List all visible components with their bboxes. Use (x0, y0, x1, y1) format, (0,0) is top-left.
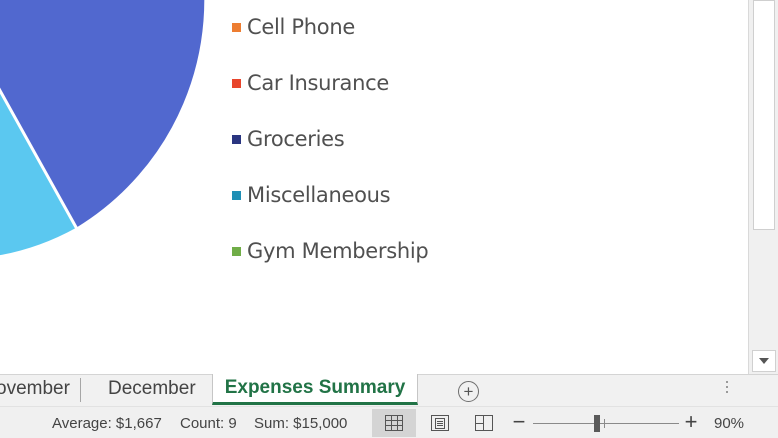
legend-swatch (232, 246, 241, 256)
plus-circle-icon[interactable]: + (458, 381, 479, 402)
zoom-out-button[interactable]: − (510, 411, 528, 433)
legend-label: Car Insurance (247, 71, 389, 95)
page-break-preview-button[interactable] (462, 409, 506, 437)
tab-november[interactable]: ovember (0, 378, 81, 402)
legend-swatch (232, 134, 241, 144)
legend-item-car-insurance: Car Insurance (232, 66, 389, 100)
legend-swatch (232, 190, 241, 200)
sheet-tab-bar: ovember December Expenses Summary + (0, 374, 778, 406)
status-count: Count: 9 (180, 415, 237, 432)
legend-item-miscellaneous: Miscellaneous (232, 178, 391, 212)
zoom-level[interactable]: 90% (714, 415, 744, 432)
pie-chart[interactable] (0, 0, 240, 374)
scrollbar-thumb[interactable] (753, 0, 775, 230)
scroll-down-button[interactable] (752, 350, 776, 372)
tab-december[interactable]: December (108, 375, 196, 405)
legend-swatch (232, 22, 241, 32)
normal-view-icon (385, 415, 403, 431)
normal-view-button[interactable] (372, 409, 416, 437)
legend-item-groceries: Groceries (232, 122, 345, 156)
vertical-scrollbar[interactable] (748, 0, 778, 374)
zoom-slider[interactable] (533, 423, 679, 424)
page-layout-icon (431, 415, 449, 431)
legend-swatch (232, 78, 241, 88)
zoom-in-button[interactable]: + (682, 411, 700, 433)
legend-label: Gym Membership (247, 239, 429, 263)
status-average: Average: $1,667 (52, 415, 162, 432)
tab-expenses-summary[interactable]: Expenses Summary (212, 374, 418, 405)
legend-label: Cell Phone (247, 15, 355, 39)
legend-item-cell-phone: Cell Phone (232, 10, 355, 44)
legend-label: Groceries (247, 127, 345, 151)
legend-item-gym-membership: Gym Membership (232, 234, 429, 268)
chart-area[interactable]: Cell Phone Car Insurance Groceries Misce… (0, 0, 748, 374)
status-bar: Average: $1,667 Count: 9 Sum: $15,000 − … (0, 406, 778, 438)
triangle-down-icon (759, 358, 769, 364)
zoom-slider-thumb[interactable] (594, 415, 600, 432)
page-break-preview-icon (475, 415, 493, 431)
legend-label: Miscellaneous (247, 183, 391, 207)
status-sum: Sum: $15,000 (254, 415, 348, 432)
zoom-slider-center-tick (604, 419, 605, 428)
more-options-icon[interactable] (724, 381, 730, 393)
page-layout-button[interactable] (418, 409, 462, 437)
